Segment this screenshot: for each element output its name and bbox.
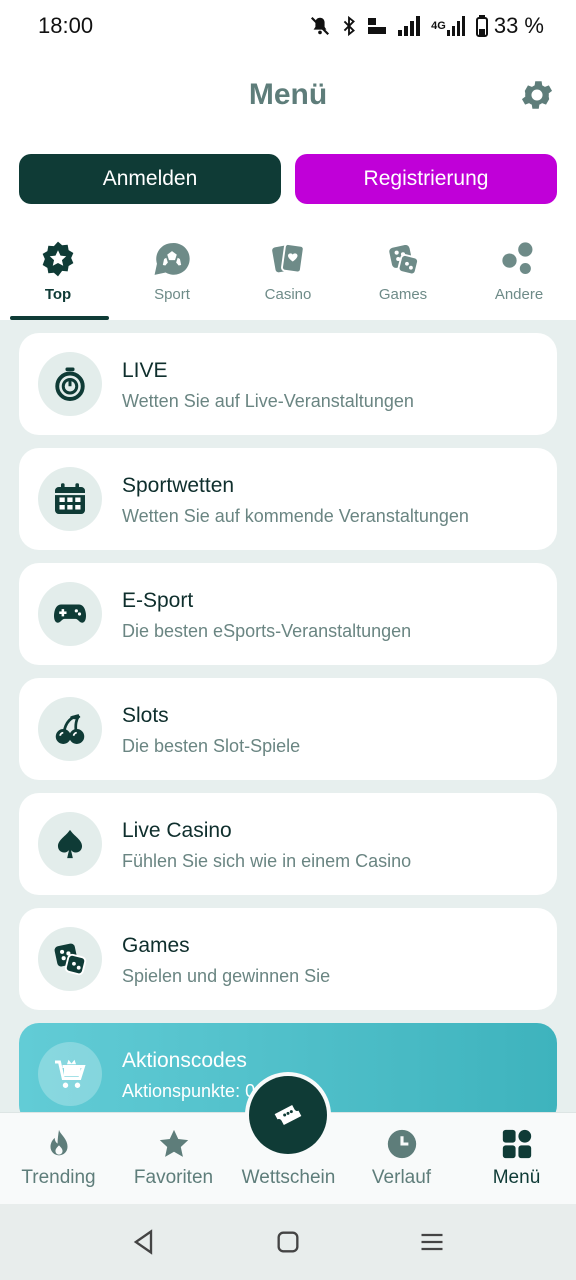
tab-top-label: Top (44, 286, 72, 303)
menu-item-subtitle: Wetten Sie auf Live-Veranstaltungen (122, 391, 414, 411)
home-icon[interactable] (274, 1228, 302, 1256)
tab-casino-label: Casino (264, 286, 312, 303)
menu-item-title: Live Casino (122, 819, 232, 842)
tab-sport-label: Sport (154, 286, 190, 303)
menu-item-slots[interactable]: Slots Die besten Slot-Spiele (19, 678, 557, 780)
tab-top[interactable]: Top (8, 228, 108, 320)
system-navigation-bar (0, 1204, 576, 1280)
menu-item-title: Aktionscodes (122, 1049, 247, 1072)
tab-andere[interactable]: Andere (469, 228, 569, 320)
page-title: Menü (248, 78, 328, 111)
betslip-button[interactable] (249, 1076, 327, 1154)
menu-item-live[interactable]: LIVE Wetten Sie auf Live-Veranstaltungen (19, 333, 557, 435)
menu-item-icon-wrap (38, 927, 102, 991)
playing-cards-icon (272, 243, 305, 274)
tab-andere-label: Andere (494, 286, 544, 303)
grid-icon (502, 1129, 531, 1159)
menu-item-icon-wrap (38, 352, 102, 416)
menu-item-icon-wrap (38, 582, 102, 646)
tab-casino[interactable]: Casino (238, 228, 338, 320)
tab-games-label: Games (378, 286, 428, 303)
menu-item-subtitle: Die besten Slot-Spiele (122, 736, 301, 756)
menu-item-subtitle: Die besten eSports-Veranstaltungen (122, 621, 412, 641)
menu-item-icon-wrap (38, 697, 102, 761)
settings-button[interactable] (518, 76, 556, 114)
cherries-icon (55, 714, 85, 744)
menu-item-games[interactable]: Games Spielen und gewinnen Sie (19, 908, 557, 1010)
page-header: Menü (0, 60, 576, 132)
spade-icon (57, 829, 83, 859)
status-time: 18:00 (38, 13, 94, 38)
menu-item-title: Sportwetten (122, 474, 235, 497)
nav-menue[interactable]: Menü (459, 1113, 574, 1205)
battery-indicator: 33 % (475, 13, 544, 39)
volte-icon (367, 16, 387, 36)
stopwatch-icon (55, 367, 85, 401)
nav-trending-label: Trending (21, 1167, 96, 1188)
menu-item-title: LIVE (122, 359, 168, 382)
back-icon[interactable] (130, 1228, 158, 1256)
nav-trending[interactable]: Trending (1, 1113, 116, 1205)
bubbles-icon (502, 242, 533, 275)
menu-item-title: Slots (122, 704, 169, 727)
status-bar: 18:00 4G 33 % (0, 0, 576, 52)
shopping-cart-icon (55, 1059, 86, 1088)
menu-item-icon-wrap (38, 1042, 102, 1106)
menu-item-icon-wrap (38, 467, 102, 531)
mute-bell-icon (309, 15, 331, 37)
menu-item-subtitle: Wetten Sie auf kommende Veranstaltungen (122, 506, 469, 526)
clock-icon (387, 1129, 416, 1159)
menu-item-title: Games (122, 934, 190, 957)
bluetooth-icon (341, 15, 357, 37)
ticket-icon (274, 1105, 302, 1125)
battery-percent: 33 % (493, 13, 544, 38)
nav-verlauf-label: Verlauf (371, 1167, 432, 1188)
menu-item-subtitle: Fühlen Sie sich wie in einem Casino (122, 851, 412, 871)
nav-menue-label: Menü (492, 1167, 541, 1188)
star-badge-icon (42, 241, 74, 277)
dice-icon (54, 943, 87, 976)
status-icons: 4G 33 % (309, 13, 544, 39)
tab-sport[interactable]: Sport (122, 228, 222, 320)
login-button[interactable]: Anmelden (19, 154, 281, 204)
signal-strength-icon (397, 15, 421, 37)
star-icon (159, 1129, 188, 1157)
tab-games[interactable]: Games (353, 228, 453, 320)
nav-verlauf[interactable]: Verlauf (344, 1113, 459, 1205)
nav-wettschein-label: Wettschein (241, 1167, 336, 1188)
register-button[interactable]: Registrierung (295, 154, 557, 204)
gamepad-icon (53, 604, 87, 623)
menu-item-live-casino[interactable]: Live Casino Fühlen Sie sich wie in einem… (19, 793, 557, 895)
menu-item-subtitle: Spielen und gewinnen Sie (122, 966, 331, 986)
soccer-ball-icon (154, 243, 190, 275)
menu-item-subtitle: Aktionspunkte: 0 (122, 1081, 256, 1101)
battery-icon (475, 15, 488, 37)
menu-item-icon-wrap (38, 812, 102, 876)
calendar-icon (55, 483, 85, 514)
menu-item-title: E-Sport (122, 589, 194, 612)
menu-list: LIVE Wetten Sie auf Live-Veranstaltungen… (0, 320, 576, 1112)
nav-favoriten-label: Favoriten (133, 1167, 214, 1188)
dice-icon (389, 244, 419, 276)
menu-item-sportwetten[interactable]: Sportwetten Wetten Sie auf kommende Vera… (19, 448, 557, 550)
recents-icon[interactable] (418, 1228, 446, 1256)
category-tabs: Top Sport Casino Games Andere (0, 228, 576, 321)
nav-favoriten[interactable]: Favoriten (116, 1113, 231, 1205)
network-type-label: 4G (431, 20, 446, 32)
network-type-icon: 4G (431, 15, 466, 37)
gear-icon (521, 81, 553, 109)
flame-icon (50, 1129, 67, 1156)
menu-item-esport[interactable]: E-Sport Die besten eSports-Veranstaltung… (19, 563, 557, 665)
